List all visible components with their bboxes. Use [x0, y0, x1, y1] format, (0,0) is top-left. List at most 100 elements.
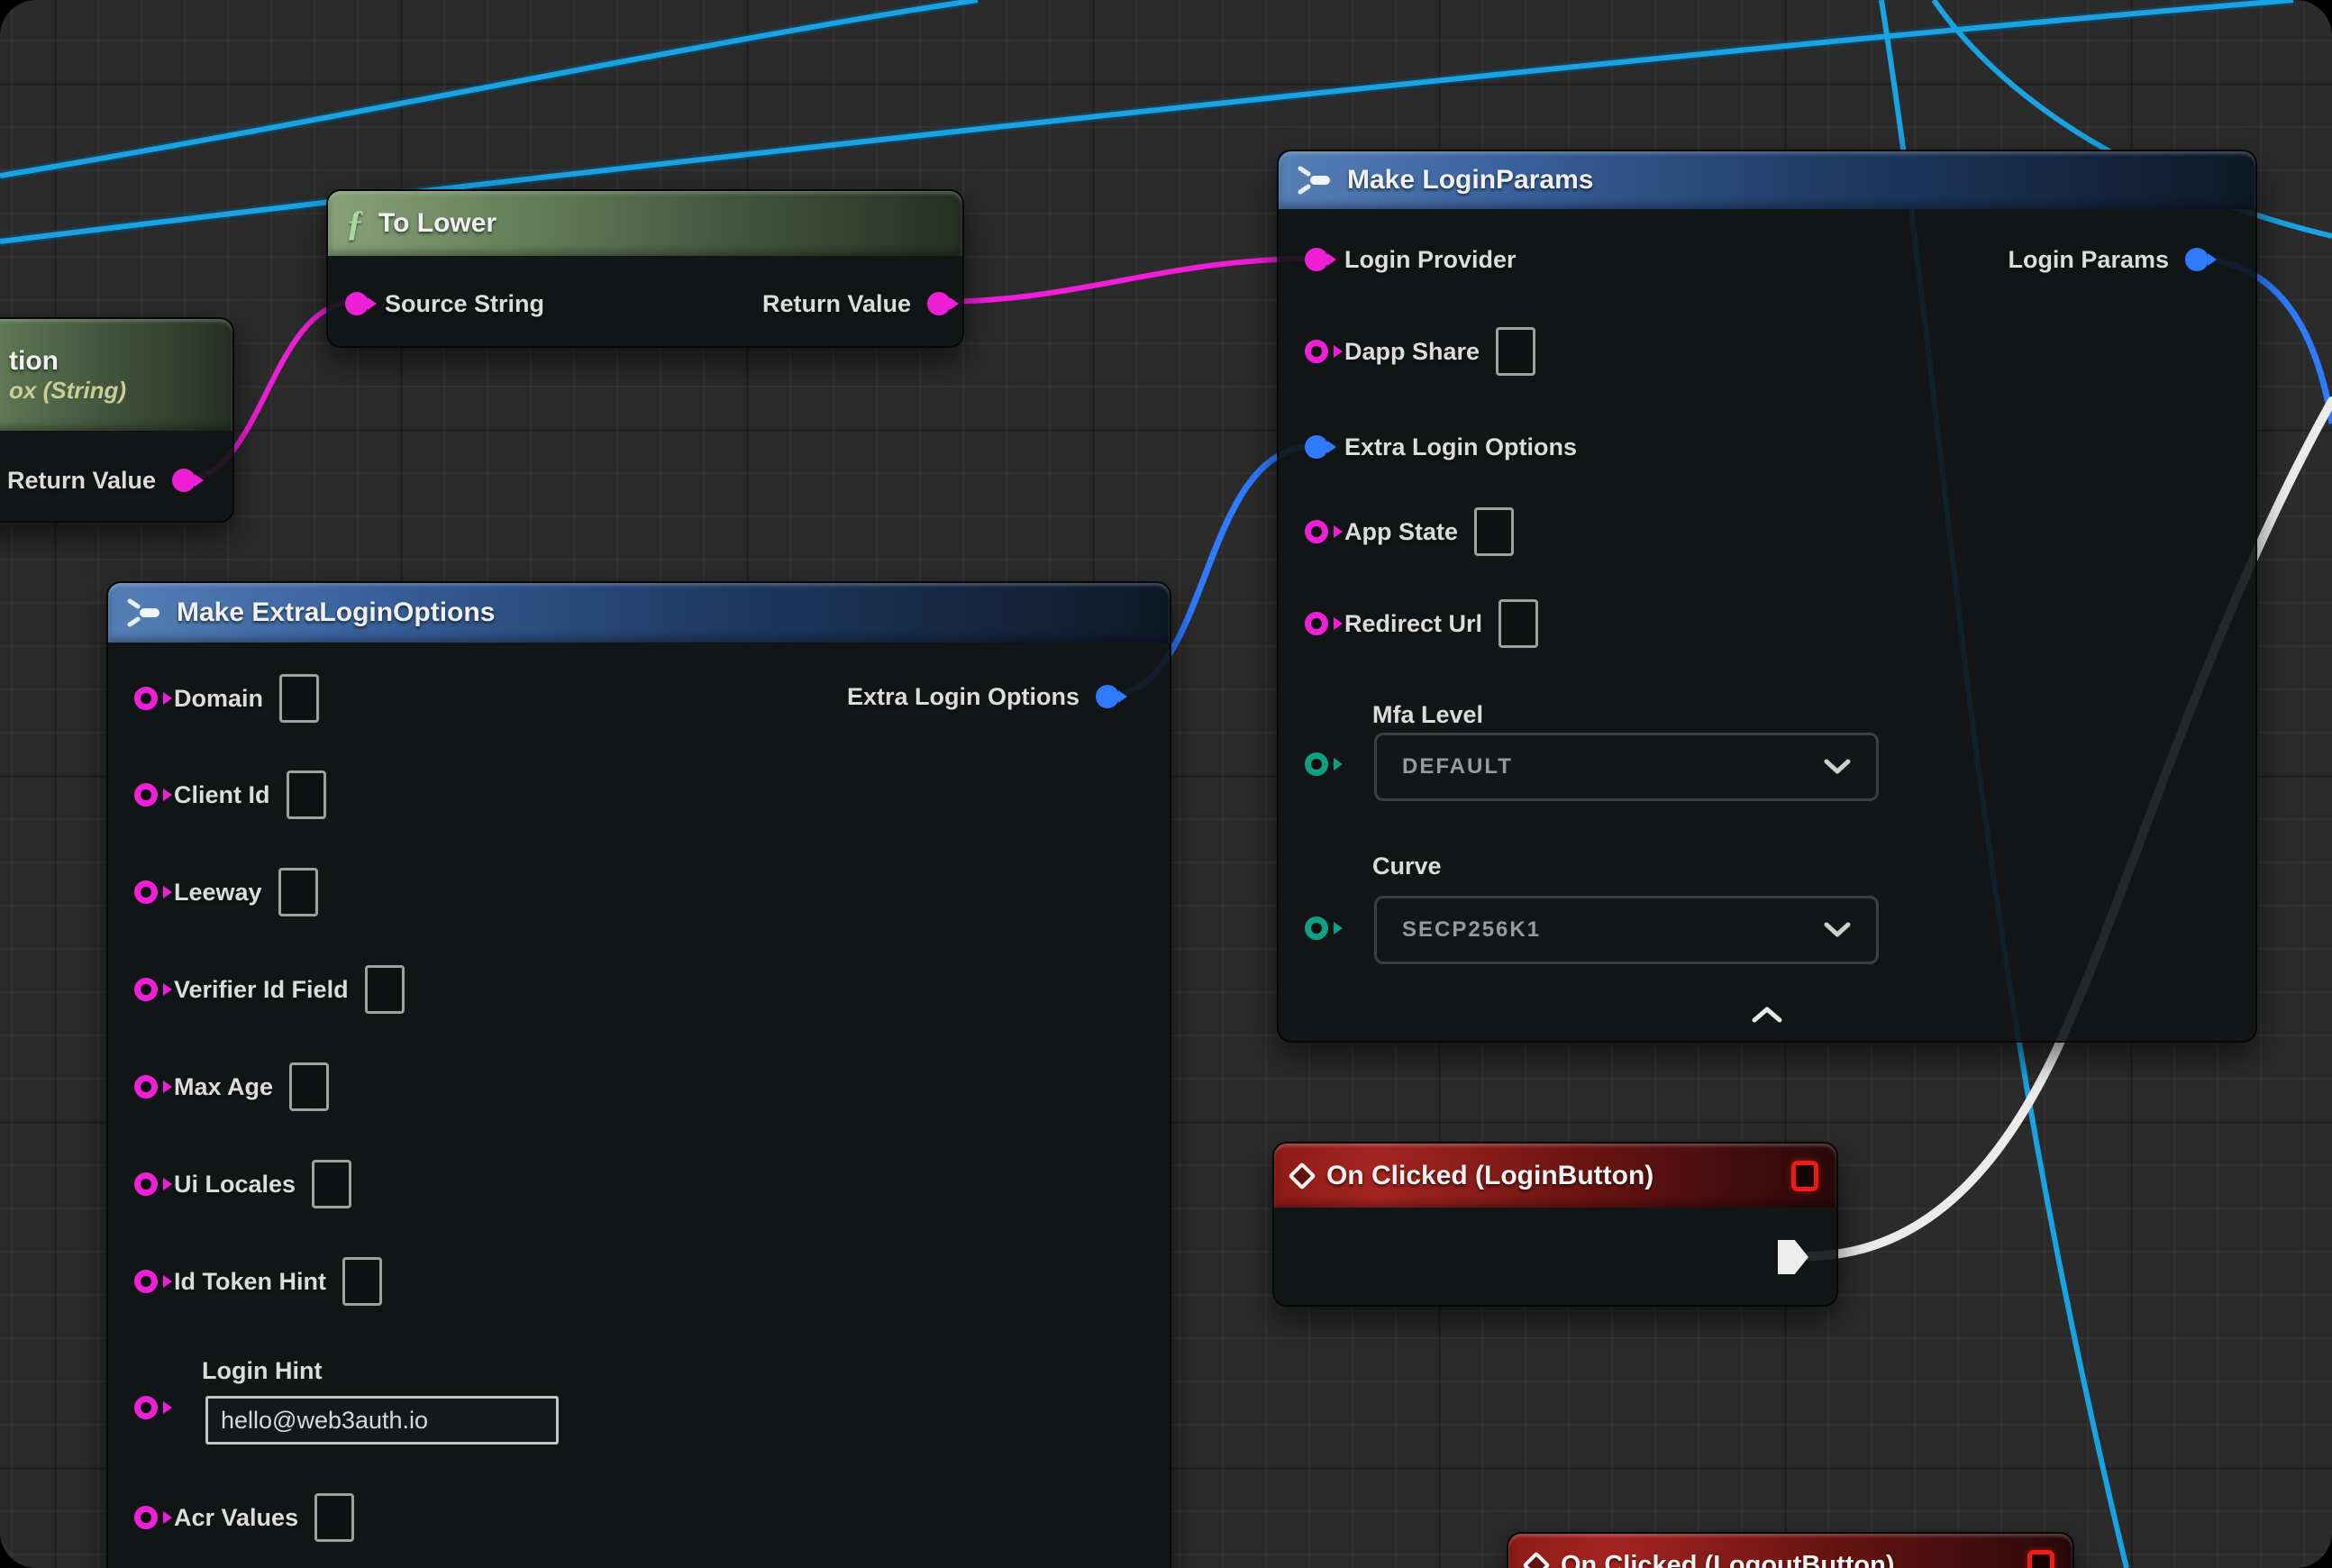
- exec-out-pin[interactable]: [1778, 1240, 1808, 1274]
- pin-label: Extra Login Options: [1344, 433, 1577, 461]
- pin-label: Max Age: [174, 1073, 273, 1101]
- pin-label: Acr Values: [174, 1504, 298, 1532]
- curve-label: Curve: [1372, 852, 1442, 880]
- pin-label: Source String: [385, 290, 544, 318]
- login-hint-label: Login Hint: [202, 1357, 322, 1385]
- domain-value-box[interactable]: [279, 674, 319, 723]
- node-title: Make ExtraLoginOptions: [177, 597, 495, 628]
- pin-label: Dapp Share: [1344, 338, 1480, 366]
- pin-label: Redirect Url: [1344, 610, 1482, 638]
- chevron-up-icon: [1751, 1006, 1783, 1024]
- pin-label: Ui Locales: [174, 1171, 296, 1199]
- mfa-level-value: DEFAULT: [1402, 754, 1513, 779]
- curve-pin[interactable]: [1305, 916, 1328, 940]
- pin-row-source-string: Source String Return Value: [328, 279, 962, 328]
- pin-row-redirect-url: Redirect Url: [1279, 599, 2255, 648]
- function-icon: ƒ: [346, 205, 364, 242]
- node-header[interactable]: On Clicked (LoginButton): [1274, 1144, 1836, 1208]
- verifier-id-field-value-box[interactable]: [365, 965, 405, 1014]
- node-on-clicked-login-button[interactable]: On Clicked (LoginButton): [1272, 1142, 1838, 1307]
- pin-row-domain: Domain: [108, 674, 1170, 723]
- pin-label: Return Value: [7, 467, 156, 495]
- domain-pin[interactable]: [134, 687, 158, 710]
- pin-label: Verifier Id Field: [174, 976, 349, 1004]
- pin-row-max-age: Max Age: [108, 1062, 1170, 1111]
- pin-row-return-value: Return Value: [0, 456, 232, 505]
- pin-label: Leeway: [174, 879, 262, 907]
- pin-label: App State: [1344, 518, 1458, 546]
- event-delegate-icon[interactable]: [2027, 1550, 2054, 1568]
- verifier-id-field-pin[interactable]: [134, 978, 158, 1001]
- node-header[interactable]: ƒ To Lower: [328, 191, 962, 256]
- dapp-share-pin[interactable]: [1305, 340, 1328, 363]
- chevron-down-icon: [1824, 922, 1851, 938]
- curve-dropdown[interactable]: SECP256K1: [1374, 896, 1879, 964]
- pin-row-verifier-id-field: Verifier Id Field: [108, 965, 1170, 1014]
- node-header[interactable]: tion ox (String): [0, 319, 232, 431]
- mfa-level-pin[interactable]: [1305, 752, 1328, 776]
- id-token-hint-value-box[interactable]: [342, 1257, 382, 1306]
- node-title: tion: [9, 346, 126, 377]
- leeway-value-box[interactable]: [278, 868, 318, 916]
- client-id-value-box[interactable]: [287, 770, 326, 819]
- wire-lower-to-provider[interactable]: [935, 259, 1315, 302]
- blueprint-canvas[interactable]: tion ox (String) Return Value ƒ To Lower…: [0, 0, 2332, 1568]
- redirect-url-pin[interactable]: [1305, 612, 1328, 635]
- node-header[interactable]: On Clicked (LogoutButton): [1508, 1534, 2072, 1568]
- pin-row-dapp-share: Dapp Share: [1279, 327, 2255, 376]
- pin-row-leeway: Leeway: [108, 868, 1170, 916]
- redirect-url-value-box[interactable]: [1498, 599, 1538, 648]
- id-token-hint-pin[interactable]: [134, 1270, 158, 1293]
- make-struct-icon: [1297, 165, 1333, 196]
- node-make-extra-login-options[interactable]: Make ExtraLoginOptions Extra Login Optio…: [106, 581, 1171, 1568]
- pin-row-ui-locales: Ui Locales: [108, 1160, 1170, 1208]
- login-params-out-pin[interactable]: [2185, 248, 2209, 271]
- node-header[interactable]: Make LoginParams: [1279, 151, 2255, 209]
- mfa-level-dropdown[interactable]: DEFAULT: [1374, 733, 1879, 801]
- pin-label: Client Id: [174, 781, 270, 809]
- return-value-pin[interactable]: [927, 292, 951, 315]
- dapp-share-value-box[interactable]: [1496, 327, 1535, 376]
- login-hint-input[interactable]: [205, 1396, 559, 1445]
- node-title: To Lower: [378, 208, 496, 239]
- pin-label: Id Token Hint: [174, 1268, 326, 1296]
- pin-row-app-state: App State: [1279, 507, 2255, 556]
- max-age-value-box[interactable]: [289, 1062, 329, 1111]
- client-id-pin[interactable]: [134, 783, 158, 807]
- node-title: On Clicked (LogoutButton): [1561, 1551, 1895, 1568]
- node-subtitle: ox (String): [9, 377, 126, 405]
- node-header[interactable]: Make ExtraLoginOptions: [108, 583, 1170, 643]
- collapse-node-button[interactable]: [1279, 1006, 2255, 1028]
- node-on-clicked-logout-button[interactable]: On Clicked (LogoutButton): [1507, 1532, 2074, 1568]
- pin-label: Login Params: [2008, 246, 2169, 274]
- node-to-lower[interactable]: ƒ To Lower Source String Return Value: [326, 189, 964, 348]
- event-diamond-icon: [1522, 1551, 1550, 1568]
- event-delegate-icon[interactable]: [1791, 1161, 1818, 1191]
- source-string-pin[interactable]: [345, 292, 369, 315]
- pin-row-client-id: Client Id: [108, 770, 1170, 819]
- node-title-block: tion ox (String): [9, 346, 126, 405]
- mfa-level-label: Mfa Level: [1372, 701, 1483, 729]
- pin-row-acr-values: Acr Values: [108, 1493, 1170, 1542]
- pin-label: Domain: [174, 685, 263, 713]
- acr-values-value-box[interactable]: [314, 1493, 354, 1542]
- app-state-pin[interactable]: [1305, 520, 1328, 543]
- return-value-pin[interactable]: [172, 469, 196, 492]
- pin-row-id-token-hint: Id Token Hint: [108, 1257, 1170, 1306]
- max-age-pin[interactable]: [134, 1075, 158, 1099]
- ui-locales-pin[interactable]: [134, 1172, 158, 1196]
- node-string-function-partial[interactable]: tion ox (String) Return Value: [0, 317, 234, 523]
- acr-values-pin[interactable]: [134, 1506, 158, 1529]
- login-hint-pin[interactable]: [134, 1396, 158, 1419]
- node-title: On Clicked (LoginButton): [1326, 1161, 1653, 1191]
- node-make-login-params[interactable]: Make LoginParams Login Provider Login Pa…: [1277, 150, 2257, 1043]
- node-title: Make LoginParams: [1347, 165, 1593, 196]
- pin-label: Return Value: [762, 290, 911, 318]
- app-state-value-box[interactable]: [1474, 507, 1514, 556]
- extra-login-options-in-pin[interactable]: [1305, 435, 1328, 459]
- pin-row-login-params-out: Login Params: [1279, 235, 2255, 284]
- pin-row-extra-login-options-in: Extra Login Options: [1279, 423, 2255, 471]
- leeway-pin[interactable]: [134, 880, 158, 904]
- ui-locales-value-box[interactable]: [312, 1160, 351, 1208]
- curve-value: SECP256K1: [1402, 917, 1541, 943]
